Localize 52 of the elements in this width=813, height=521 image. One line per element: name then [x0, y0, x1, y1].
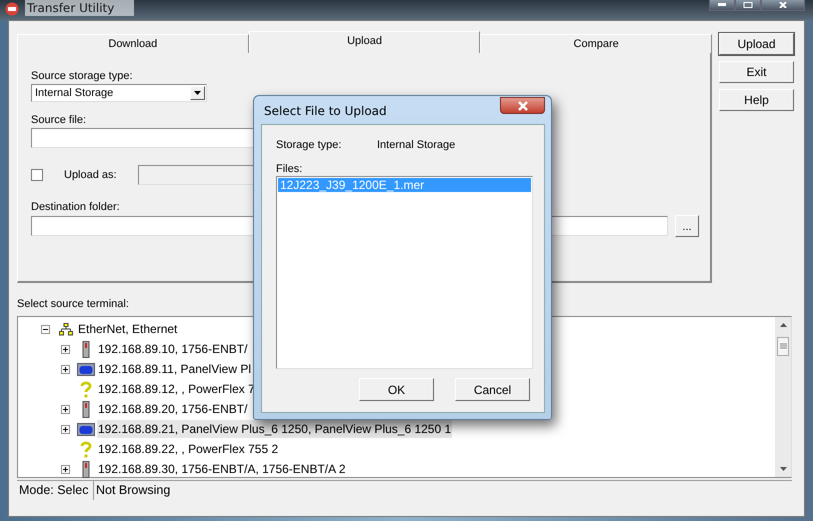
field-label: Source storage type: — [31, 69, 133, 83]
tree-item[interactable]: 192.168.89.21, PanelView Plus_6 1250, PanelView Plus_6 1250 1 — [97, 420, 452, 438]
button[interactable]: Exit — [719, 61, 794, 83]
tree-item[interactable]: 192.168.89.10, 1756-ENBT/ — [97, 340, 248, 358]
scroll-down-icon[interactable] — [780, 467, 786, 471]
tree-item[interactable]: 192.168.89.30, 1756-ENBT/A, 1756-ENBT/A 2 — [97, 460, 346, 478]
close-icon — [778, 2, 788, 8]
scroll-up-icon[interactable] — [780, 323, 786, 327]
field-label: Files: — [276, 162, 304, 176]
checkbox-label: Upload as: — [64, 169, 118, 181]
expand-icon[interactable] — [61, 404, 70, 414]
expand-icon[interactable] — [61, 344, 70, 354]
tree-item[interactable]: 192.168.89.20, 1756-ENBT/ — [97, 400, 248, 418]
dialog-title: Select File to Upload — [264, 104, 387, 118]
close-button[interactable] — [500, 97, 545, 114]
checkbox[interactable] — [31, 169, 43, 181]
tree-item[interactable]: EtherNet, Ethernet — [77, 320, 178, 338]
expand-icon[interactable] — [61, 464, 70, 474]
app-icon — [5, 2, 19, 16]
status-text: Not Browsing — [95, 482, 172, 499]
network-icon — [57, 320, 75, 338]
button[interactable]: Help — [719, 89, 794, 111]
window-title: Transfer Utility — [25, 0, 134, 16]
minimize-icon — [717, 2, 727, 8]
maximize-button[interactable] — [735, 0, 761, 11]
display-panel-icon — [77, 360, 95, 378]
storage-value: Internal Storage — [377, 138, 456, 152]
tree-item[interactable]: 192.168.89.22, , PowerFlex 755 2 — [97, 440, 280, 458]
maximize-icon — [743, 2, 753, 8]
tree-item[interactable]: 192.168.89.11, PanelView Pl — [97, 360, 252, 378]
button[interactable]: OK — [359, 378, 434, 401]
button[interactable]: Upload — [719, 33, 794, 55]
tab[interactable]: Download — [17, 34, 249, 53]
tab[interactable]: Upload — [248, 31, 480, 53]
scroll-thumb[interactable] — [777, 337, 789, 356]
storage-dropdown[interactable]: Internal Storage — [31, 84, 207, 102]
close-icon — [516, 100, 528, 110]
button[interactable]: Cancel — [455, 378, 530, 401]
close-button[interactable] — [761, 0, 805, 11]
field-label: Destination folder: — [31, 200, 120, 214]
minimize-button[interactable] — [709, 0, 735, 11]
display-panel-icon — [77, 420, 95, 438]
status-text: Mode: Selec — [17, 481, 94, 500]
scrollbar[interactable] — [775, 317, 791, 477]
field-label: Storage type: — [276, 138, 342, 152]
browse-button[interactable]: ... — [675, 215, 699, 237]
section-label: Select source terminal: — [17, 297, 130, 311]
expand-icon[interactable] — [61, 364, 70, 374]
expand-icon[interactable] — [61, 424, 70, 434]
tab[interactable]: Compare — [480, 34, 712, 53]
collapse-icon[interactable] — [41, 324, 50, 334]
field-label: Source file: — [31, 113, 86, 127]
